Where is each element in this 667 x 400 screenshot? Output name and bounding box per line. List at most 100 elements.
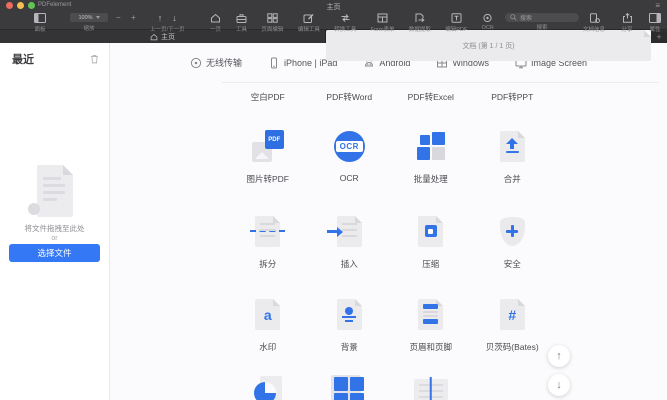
convert-tools-button[interactable]: 转换工具 (334, 13, 356, 33)
feature-bates-numbering[interactable]: # 贝茨码(Bates) (472, 296, 554, 353)
feature-compare[interactable] (390, 374, 472, 400)
feature-empty-slot (472, 374, 554, 400)
bates-icon: # (500, 299, 525, 330)
tab-home-label: 主页 (161, 32, 175, 42)
feature-label: OCR (340, 173, 359, 183)
feature-split[interactable]: 拆分 (227, 213, 309, 270)
watermark-icon: a (255, 299, 280, 330)
wireless-icon (190, 57, 202, 69)
single-page-view-button[interactable]: 一页 (210, 13, 221, 33)
feature-tile-pages[interactable] (309, 374, 391, 400)
document-info-label: 文档信息 (583, 25, 605, 33)
ocr-button[interactable]: OCR (482, 13, 494, 33)
sidebar-panel-icon (34, 13, 46, 23)
feature-merge[interactable]: 合并 (472, 128, 554, 185)
drop-hint-text: 将文件拖拽至此处 (0, 223, 109, 234)
feature-ocr[interactable]: OCR OCR (309, 128, 391, 185)
insert-icon (337, 216, 362, 247)
feature-label: 拆分 (259, 258, 276, 270)
zoom-out-button[interactable]: − (116, 13, 121, 23)
share-icon (622, 13, 633, 23)
previous-page-button[interactable]: ↑ (158, 13, 163, 23)
briefcase-icon (236, 13, 247, 23)
form-button[interactable]: Form表单 (371, 13, 395, 33)
convert-tools-label: 转换工具 (334, 25, 356, 33)
sidebar-title: 最近 (12, 51, 34, 67)
feature-pdf-to-word[interactable]: PDF转Word (309, 91, 391, 103)
compress-icon (418, 216, 443, 247)
zoom-in-button[interactable]: + (131, 13, 136, 23)
recent-sidebar: 最近 将文件拖拽至此处 or 选择文件 (0, 43, 110, 400)
feature-compress[interactable]: 压缩 (390, 213, 472, 270)
feature-header-footer[interactable]: 页眉和页脚 (390, 296, 472, 353)
feature-label: 插入 (341, 258, 358, 270)
search-input[interactable]: 搜索 (505, 13, 579, 22)
feature-batch-process[interactable]: 批量处理 (390, 128, 472, 185)
feature-pdf-to-excel[interactable]: PDF转Excel (390, 91, 472, 103)
window-title: 主页 (0, 2, 667, 12)
feature-label: 图片转PDF (246, 173, 289, 185)
tab-document[interactable]: 文档 (第 1 / 1 页) (326, 30, 651, 61)
feature-crop[interactable] (227, 374, 309, 400)
share-button[interactable]: 分享 (622, 13, 633, 33)
feature-insert[interactable]: 插入 (309, 213, 391, 270)
next-page-button[interactable]: ↓ (172, 13, 177, 23)
data-extract-label: 数据提取 (409, 25, 431, 33)
convert-arrows-icon (340, 13, 351, 23)
document-extract-icon (414, 13, 425, 23)
toolbar-right-group: 文档信息 分享 属性 (583, 13, 661, 33)
scroll-down-button[interactable]: ↓ (548, 374, 570, 396)
feature-row-2: 拆分 插入 压缩 安全 (227, 213, 553, 270)
feature-blank-pdf[interactable]: 空白PDF (227, 91, 309, 103)
data-extract-button[interactable]: 数据提取 (409, 13, 431, 33)
merge-icon (500, 131, 525, 162)
feature-label: PDF转Word (326, 91, 372, 103)
tools-button[interactable]: 工具 (236, 13, 247, 33)
feature-image-to-pdf[interactable]: PDF 图片转PDF (227, 128, 309, 185)
batch-grid-icon (417, 132, 445, 160)
transfer-wireless-label: 无线传输 (206, 56, 242, 69)
document-gear-icon (589, 13, 600, 23)
feature-label: 页眉和页脚 (409, 341, 452, 353)
scroll-up-button[interactable]: ↑ (548, 345, 570, 367)
feature-pdf-to-ppt[interactable]: PDF转PPT (472, 91, 554, 103)
page-edit-button[interactable]: 页面编辑 (261, 13, 283, 33)
home-content: 无线传输 iPhone | iPad Android Windows Image… (110, 43, 667, 400)
feature-watermark[interactable]: a 水印 (227, 296, 309, 353)
tab-document-label: 文档 (第 1 / 1 页) (462, 41, 514, 51)
blue-grid-icon (334, 377, 364, 400)
single-page-view-label: 一页 (210, 25, 221, 33)
main-toolbar: 面板 100% 缩放 − + ↑ ↓ 上一页/下一页 一页 工具 (0, 11, 667, 30)
search-placeholder: 搜索 (520, 13, 532, 22)
right-panel-icon (649, 13, 661, 23)
edit-pdf-label: 编辑PDF (445, 25, 467, 33)
arrow-up-icon: ↑ (158, 13, 163, 23)
ocr-label: OCR (482, 25, 494, 31)
zoom-dropdown[interactable]: 100% (70, 13, 108, 22)
properties-label: 属性 (649, 25, 660, 33)
page-navigation: ↑ ↓ 上一页/下一页 (150, 13, 185, 33)
edit-tools-button[interactable]: 编辑工具 (298, 13, 320, 33)
feature-row-0: 空白PDF PDF转Word PDF转Excel PDF转PPT (227, 91, 553, 103)
trash-icon[interactable] (90, 54, 99, 64)
edit-pdf-button[interactable]: 编辑PDF (445, 13, 467, 33)
ocr-icon: OCR (334, 131, 365, 162)
page-view-icon (210, 13, 221, 23)
phone-icon (268, 57, 280, 69)
plus-icon: + (131, 13, 136, 23)
panel-toggle-button[interactable]: 面板 (34, 13, 46, 33)
document-info-button[interactable]: 文档信息 (583, 13, 605, 33)
empty-state-illustration (37, 165, 73, 217)
panel-toggle-label: 面板 (34, 25, 45, 33)
text-square-icon (451, 13, 462, 23)
arrow-up-icon: ↑ (556, 350, 562, 362)
properties-button[interactable]: 属性 (649, 13, 661, 33)
search-icon (510, 14, 517, 21)
zoom-label: 缩放 (83, 24, 94, 32)
transfer-wireless[interactable]: 无线传输 (190, 56, 242, 69)
feature-security[interactable]: 安全 (472, 213, 554, 270)
choose-file-button[interactable]: 选择文件 (9, 244, 100, 262)
feature-background[interactable]: 背景 (309, 296, 391, 353)
feature-row-1: PDF 图片转PDF OCR OCR 批量处理 合并 (227, 128, 553, 185)
hamburger-menu-icon[interactable]: ≡ (655, 1, 660, 10)
